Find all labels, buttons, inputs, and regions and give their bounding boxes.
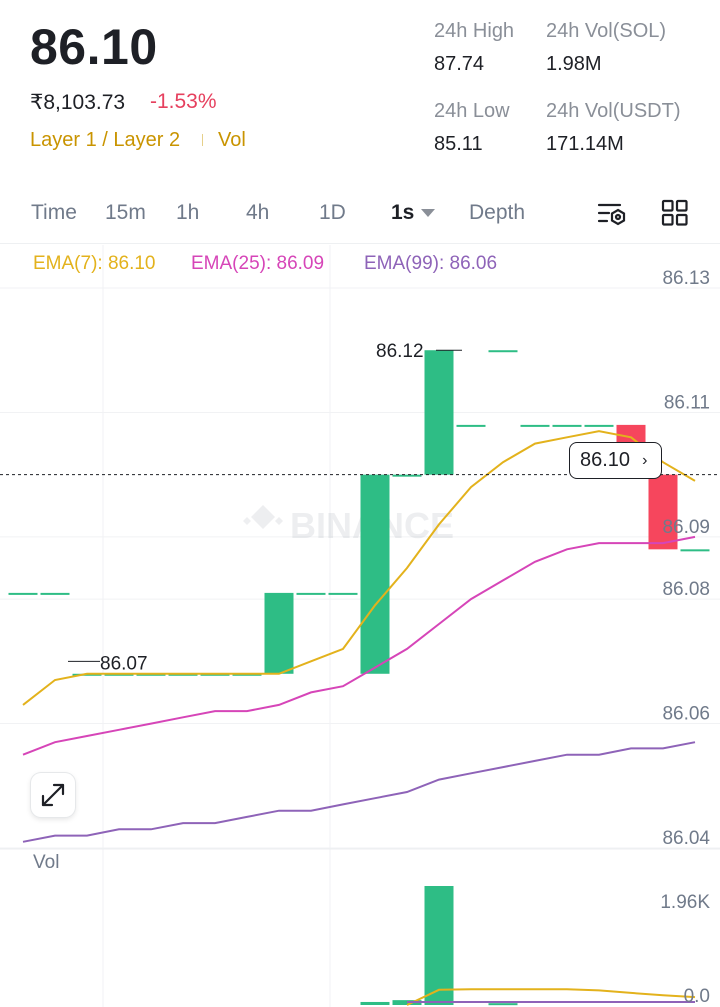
candle [296,592,326,595]
tab-depth[interactable]: Depth [469,201,525,225]
stat-24h-vol-sol-label: 24h Vol(SOL) [546,20,667,42]
stat-24h-high-value: 87.74 [434,53,485,75]
candle [424,350,454,475]
candle [680,549,710,552]
tab-1d[interactable]: 1D [319,201,346,225]
volume-axis-label: 0.0 [684,986,710,1007]
stat-24h-high-label: 24h High [434,20,515,42]
chart-settings-icon[interactable] [596,198,628,230]
current-price: 86.10 [30,19,158,75]
candle [328,592,358,595]
current-price-badge[interactable]: 86.10 › [569,442,662,479]
chevron-right-icon: › [642,451,648,469]
tab-1s[interactable]: 1s [391,201,414,225]
candle [40,592,70,595]
high-marker-label: 86.12 [376,341,424,362]
price-axis-label: 86.11 [664,392,710,413]
tab-15m[interactable]: 15m [105,201,146,225]
candle [584,424,614,427]
stat-24h-vol-usdt-value: 171.14M [546,133,624,155]
expand-icon [41,783,65,807]
grid-layout-icon[interactable] [660,198,690,228]
candle [552,424,582,427]
category-tag[interactable]: Layer 1 / Layer 2 [30,129,180,152]
current-price-badge-value: 86.10 [580,449,631,471]
candle [456,424,486,427]
candle [360,474,390,674]
price-axis-label: 86.04 [662,828,710,849]
price-axis-label: 86.08 [662,579,710,600]
tab-1h[interactable]: 1h [176,201,199,225]
stat-24h-vol-usdt-label: 24h Vol(USDT) [546,100,681,122]
chevron-down-icon[interactable] [421,209,435,217]
volume-bar [424,886,454,1005]
expand-chart-button[interactable] [31,773,75,817]
price-change-percent: -1.53% [150,90,217,113]
candlestick-chart[interactable]: BINANCE 86.12 86.07 86.13 86.11 86.09 86.08 86.… [0,240,720,1007]
price-axis-label: 86.09 [662,517,710,538]
tab-time[interactable]: Time [31,201,77,225]
price-axis-label: 86.06 [662,704,710,725]
vol-tag[interactable]: Vol [218,129,246,152]
candle [8,592,38,595]
volume-bar [360,1001,390,1005]
ema99-line [22,741,696,843]
stat-24h-low-label: 24h Low [434,100,510,122]
low-marker-label: 86.07 [100,653,148,674]
price-axis-label: 86.13 [662,268,710,289]
volume-bar [488,1003,518,1006]
stat-24h-low-value: 85.11 [434,133,483,155]
candle [264,592,294,674]
ema25-line [22,535,696,756]
candle [648,474,678,550]
stat-24h-vol-sol-value: 1.98M [546,53,602,75]
category-divider [202,134,203,146]
candle [520,424,550,427]
binance-logo-icon [243,505,283,529]
volume-label: Vol [33,852,60,873]
binance-watermark: BINANCE [243,505,454,546]
volume-axis-label: 1.96K [660,892,710,913]
candle [488,350,518,353]
price-inr: ₹8,103.73 [30,91,126,114]
tab-4h[interactable]: 4h [246,201,269,225]
